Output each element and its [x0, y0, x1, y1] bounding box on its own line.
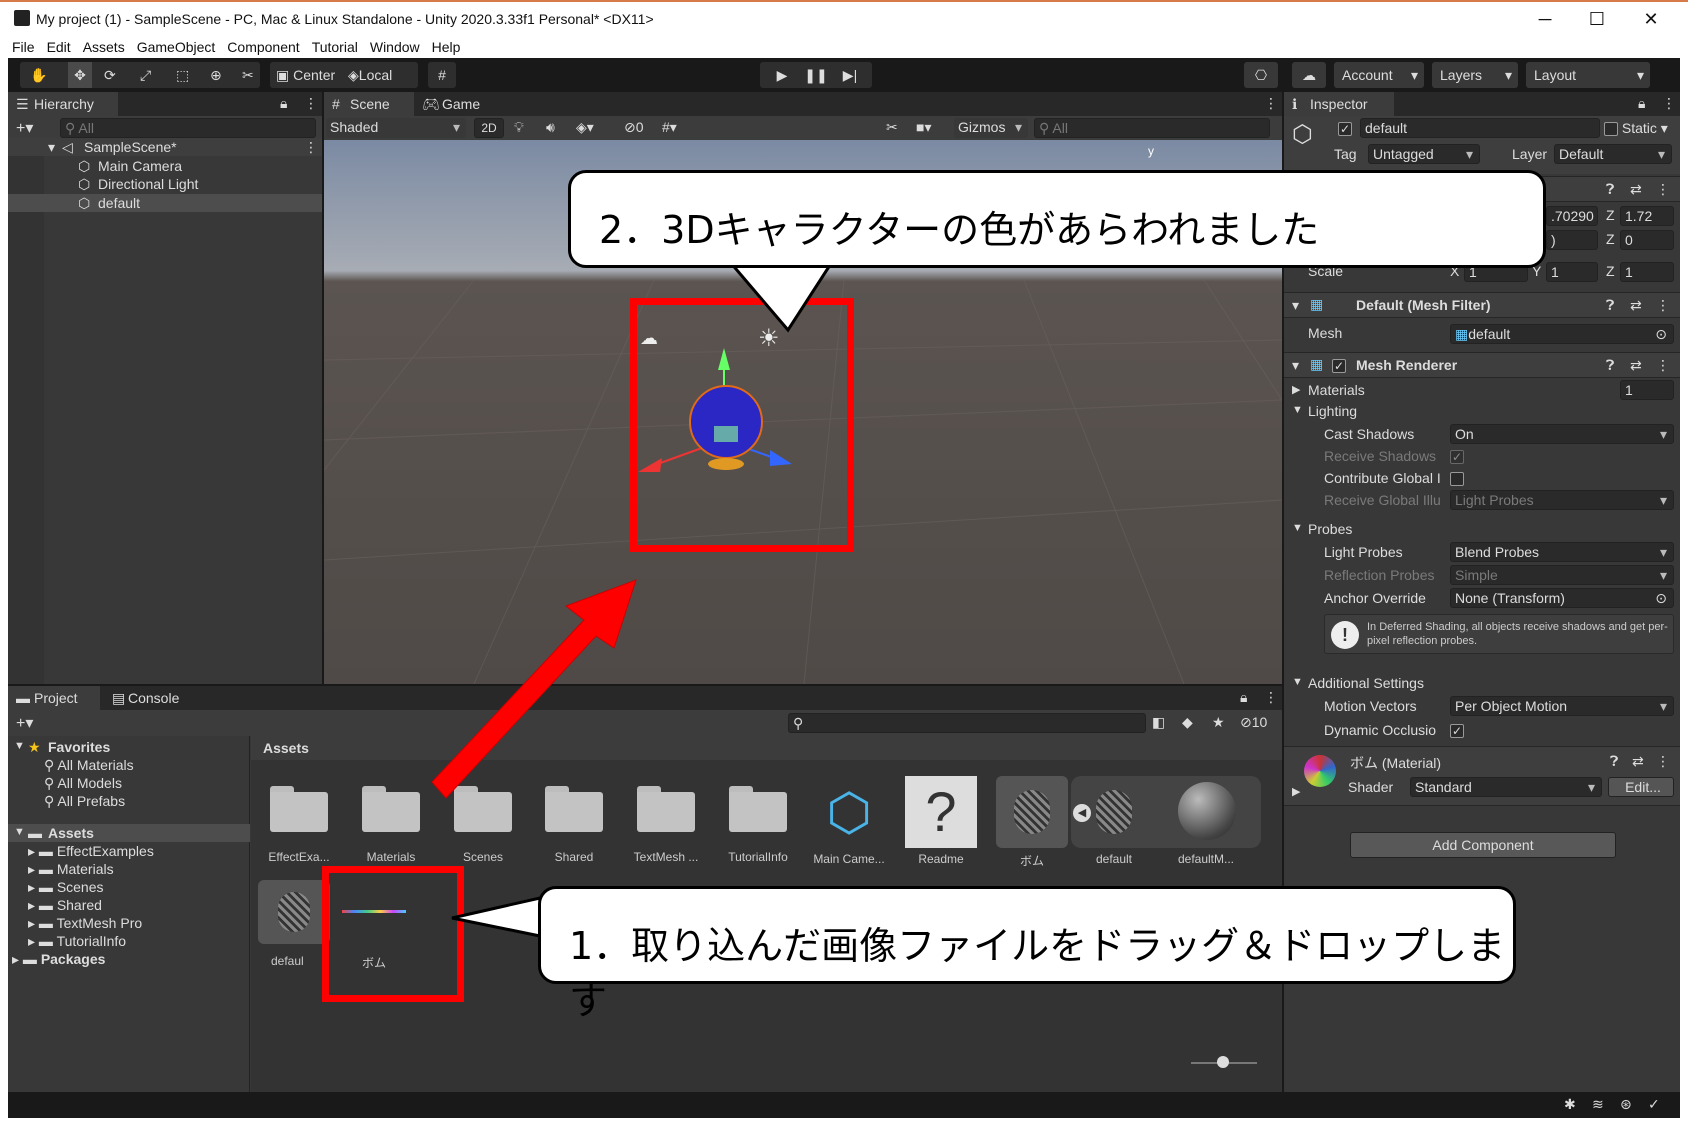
callout-pointer-1	[451, 896, 542, 938]
callout-step-2: 2．3Dキャラクターの色があらわれました	[568, 170, 1546, 268]
callout-step-1-text: 1．取り込んだ画像ファイルをドラッグ＆ドロップします	[569, 924, 1506, 1023]
callout-step-1: 1．取り込んだ画像ファイルをドラッグ＆ドロップします	[538, 886, 1516, 1023]
drag-arrow	[431, 579, 637, 799]
callout-step-2-text: 2．3Dキャラクターの色があらわれました	[599, 208, 1320, 252]
callout-pointer-2	[726, 260, 835, 333]
